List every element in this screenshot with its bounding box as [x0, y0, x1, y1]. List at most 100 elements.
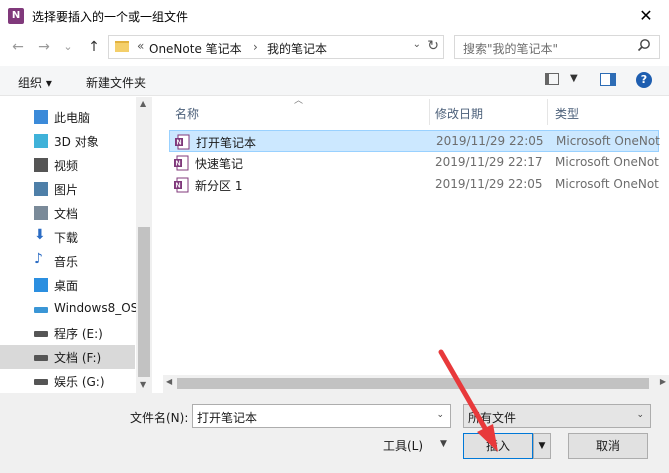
- picture-icon: [34, 182, 48, 196]
- filetype-value: 所有文件: [468, 411, 517, 425]
- tools-button[interactable]: 工具(L): [383, 437, 423, 454]
- file-row[interactable]: N 打开笔记本 2019/11/29 22:05 Microsoft OneNote: [169, 130, 660, 152]
- sidebar-item-label: 图片: [54, 183, 79, 197]
- sidebar-item-label: 桌面: [54, 279, 79, 293]
- onenote-section-icon: N: [174, 134, 190, 150]
- file-modified-date: 2019/11/29 22:05: [436, 134, 544, 148]
- dialog-footer: 文件名(N): 打开笔记本 ⌄ 所有文件 ⌄ 工具(L) ▼ 插入 ▼ 取消: [0, 393, 669, 473]
- drive-icon: [34, 379, 48, 385]
- scroll-left-icon[interactable]: ◀: [166, 377, 172, 386]
- sidebar-item-label: Windows8_OS: [54, 301, 139, 315]
- svg-text:N: N: [176, 140, 181, 147]
- search-icon[interactable]: [637, 38, 651, 56]
- filetype-select[interactable]: 所有文件 ⌄: [463, 404, 651, 428]
- sidebar-item[interactable]: ♪ 音乐: [0, 249, 135, 273]
- column-header-date[interactable]: 修改日期: [435, 105, 483, 122]
- view-dropdown-icon[interactable]: ▼: [570, 73, 578, 84]
- column-header-type[interactable]: 类型: [555, 105, 579, 122]
- file-modified-date: 2019/11/29 22:17: [435, 155, 543, 169]
- file-list: ︿ 名称 修改日期 类型 N 打开笔记本 2019/11/29 22:05 Micro…: [163, 96, 669, 393]
- filename-input[interactable]: 打开笔记本 ⌄: [192, 404, 451, 428]
- sidebar-item[interactable]: ⬇ 下载: [0, 225, 135, 249]
- sidebar-item[interactable]: 娱乐 (G:): [0, 369, 135, 393]
- file-type: Microsoft OneNote: [555, 155, 659, 169]
- document-icon: [34, 206, 48, 220]
- filename-value: 打开笔记本: [197, 411, 258, 425]
- navigation-pane: 此电脑 3D 对象 视频图片文档 ⬇ 下载 ♪ 音乐桌面 Windows8_OS 程序 (E:)…: [0, 97, 152, 393]
- recent-locations-dropdown[interactable]: ⌄: [58, 36, 78, 58]
- folder-icon: [115, 41, 129, 52]
- column-header-name[interactable]: 名称: [175, 105, 199, 122]
- sort-ascending-icon: ︿: [294, 96, 304, 106]
- address-bar[interactable]: « OneNote 笔记本 › 我的笔记本 ⌄ ↻: [108, 35, 444, 59]
- sidebar-item[interactable]: 桌面: [0, 273, 135, 297]
- onenote-section-icon: N: [173, 155, 189, 171]
- sidebar-scroll-thumb[interactable]: [138, 227, 150, 377]
- drive-icon: [34, 331, 48, 337]
- horizontal-scroll-thumb[interactable]: [177, 378, 649, 389]
- horizontal-scrollbar[interactable]: ◀ ▶: [163, 375, 669, 393]
- filename-dropdown-icon[interactable]: ⌄: [436, 410, 444, 420]
- cancel-button[interactable]: 取消: [568, 433, 648, 459]
- sidebar-item-label: 文档 (F:): [54, 351, 102, 365]
- filename-label: 文件名(N):: [130, 411, 189, 425]
- sidebar-item-label: 娱乐 (G:): [54, 375, 105, 389]
- command-bar: 组织 ▾ 新建文件夹 ▼ ?: [0, 66, 669, 96]
- sidebar-item[interactable]: 视频: [0, 153, 135, 177]
- drive-icon: [34, 307, 48, 313]
- scroll-up-icon[interactable]: ▲: [140, 99, 146, 108]
- sidebar-item[interactable]: 程序 (E:): [0, 321, 135, 345]
- file-name: 打开笔记本: [196, 136, 257, 150]
- insert-options-dropdown[interactable]: ▼: [533, 433, 551, 459]
- music-icon: ♪: [34, 251, 43, 267]
- onenote-app-icon: N: [8, 8, 24, 24]
- sidebar-item[interactable]: 文档: [0, 201, 135, 225]
- forward-button[interactable]: →: [34, 36, 54, 58]
- computer-icon: [34, 110, 48, 124]
- file-row[interactable]: N 快速笔记 2019/11/29 22:17 Microsoft OneNote: [169, 152, 659, 174]
- window-title: 选择要插入的一个或一组文件: [32, 10, 189, 24]
- download-icon: ⬇: [34, 227, 46, 243]
- breadcrumb-separator-icon[interactable]: ›: [253, 40, 258, 54]
- insert-button[interactable]: 插入: [463, 433, 533, 459]
- view-options-icon[interactable]: [545, 73, 559, 85]
- cube-icon: [34, 134, 48, 148]
- svg-text:N: N: [175, 183, 180, 190]
- sidebar-item[interactable]: 此电脑: [0, 105, 135, 129]
- breadcrumb-onenote[interactable]: OneNote 笔记本: [149, 40, 242, 57]
- close-button[interactable]: ✕: [623, 0, 669, 32]
- tools-dropdown-icon[interactable]: ▼: [440, 439, 447, 449]
- overflow-chevron-icon[interactable]: «: [137, 39, 144, 53]
- sidebar-scrollbar[interactable]: ▲ ▼: [136, 97, 152, 393]
- search-input[interactable]: 搜索"我的笔记本": [454, 35, 660, 59]
- sidebar-item[interactable]: Windows8_OS: [0, 297, 139, 321]
- preview-pane-icon[interactable]: [600, 73, 616, 86]
- new-folder-button[interactable]: 新建文件夹: [86, 74, 146, 91]
- file-modified-date: 2019/11/29 22:05: [435, 177, 543, 191]
- sidebar-item-label: 此电脑: [54, 111, 91, 125]
- sidebar-item[interactable]: 3D 对象: [0, 129, 135, 153]
- address-dropdown-icon[interactable]: ⌄: [413, 39, 421, 50]
- file-name: 新分区 1: [195, 179, 243, 193]
- help-icon[interactable]: ?: [636, 72, 652, 88]
- filetype-dropdown-icon[interactable]: ⌄: [636, 410, 644, 420]
- sidebar-item-label: 程序 (E:): [54, 327, 103, 341]
- back-button[interactable]: ←: [8, 36, 28, 58]
- title-bar: N 选择要插入的一个或一组文件 ✕: [0, 0, 669, 32]
- scroll-right-icon[interactable]: ▶: [660, 377, 666, 386]
- sidebar-item[interactable]: 图片: [0, 177, 135, 201]
- column-divider[interactable]: [429, 99, 430, 125]
- desktop-icon: [34, 278, 48, 292]
- organize-button[interactable]: 组织 ▾: [18, 74, 52, 91]
- file-row[interactable]: N 新分区 1 2019/11/29 22:05 Microsoft OneNote: [169, 174, 659, 196]
- scroll-down-icon[interactable]: ▼: [140, 380, 146, 389]
- sidebar-item[interactable]: 文档 (F:): [0, 345, 135, 369]
- sidebar-item-label: 文档: [54, 207, 79, 221]
- up-button[interactable]: ↑: [84, 36, 104, 58]
- refresh-icon[interactable]: ↻: [427, 38, 439, 54]
- file-type: Microsoft OneNote: [556, 134, 660, 148]
- breadcrumb-my-notebook[interactable]: 我的笔记本: [267, 40, 327, 57]
- search-placeholder: 搜索"我的笔记本": [463, 42, 559, 56]
- onenote-section-icon: N: [173, 177, 189, 193]
- column-divider[interactable]: [547, 99, 548, 125]
